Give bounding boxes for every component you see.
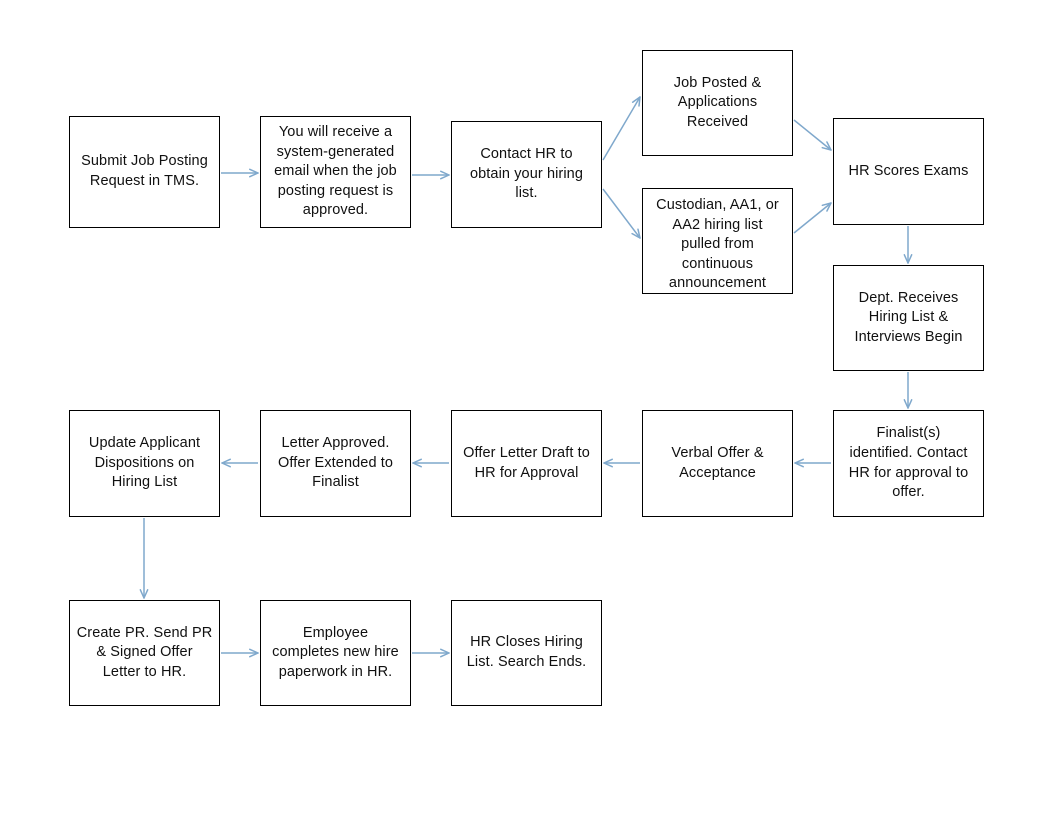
- node-employee-new-hire-paperwork: Employee completes new hire paperwork in…: [260, 600, 411, 706]
- connector-email-to-contact-hr: [412, 170, 450, 180]
- node-hr-closes-hiring-list: HR Closes Hiring List. Search Ends.: [451, 600, 602, 706]
- connector-letter-approved-to-update-dispositions: [221, 458, 258, 468]
- node-label-job-posted-applications: Job Posted & Applications Received: [673, 74, 762, 130]
- node-contact-hr-hiring-list: Contact HR to obtain your hiring list.: [451, 121, 602, 228]
- node-label-system-generated-email: You will receive a system-generated emai…: [274, 124, 397, 219]
- connector-dept-receives-to-finalists: [903, 372, 913, 409]
- node-custodian-hiring-list: Custodian, AA1, or AA2 hiring list pulle…: [642, 188, 793, 294]
- connector-offer-letter-to-letter-approved: [412, 458, 449, 468]
- node-letter-approved: Letter Approved. Offer Extended to Final…: [260, 410, 411, 517]
- connector-contact-hr-to-job-posted: [602, 96, 641, 161]
- connector-job-posted-to-hr-scores: [793, 119, 832, 151]
- node-offer-letter-draft: Offer Letter Draft to HR for Approval: [451, 410, 602, 517]
- node-create-pr-send-offer: Create PR. Send PR & Signed Offer Letter…: [69, 600, 220, 706]
- node-label-submit-job-posting: Submit Job Posting Request in TMS.: [81, 153, 208, 189]
- connector-custodian-to-hr-scores: [793, 202, 832, 234]
- node-hr-scores-exams: HR Scores Exams: [833, 118, 984, 225]
- node-label-create-pr-send-offer: Create PR. Send PR & Signed Offer Letter…: [76, 624, 213, 680]
- node-label-hr-scores-exams: HR Scores Exams: [848, 162, 969, 179]
- node-update-applicant-dispositions: Update Applicant Dispositions on Hiring …: [69, 410, 220, 517]
- connector-hr-scores-to-dept-receives: [903, 226, 913, 264]
- connector-create-pr-to-employee-paperwork: [221, 648, 259, 658]
- node-label-hr-closes-hiring-list: HR Closes Hiring List. Search Ends.: [466, 634, 587, 670]
- node-label-custodian-hiring-list: Custodian, AA1, or AA2 hiring list pulle…: [656, 197, 779, 292]
- node-job-posted-applications: Job Posted & Applications Received: [642, 50, 793, 156]
- connector-submit-to-email: [221, 168, 259, 178]
- node-label-finalists-identified: Finalist(s) identified. Contact HR for a…: [848, 425, 969, 501]
- node-label-contact-hr-hiring-list: Contact HR to obtain your hiring list.: [469, 146, 584, 202]
- connector-finalists-to-verbal-offer: [794, 458, 831, 468]
- flowchart-canvas: Submit Job Posting Request in TMS. You wi…: [0, 0, 1056, 816]
- node-label-employee-new-hire-paperwork: Employee completes new hire paperwork in…: [272, 624, 399, 680]
- node-system-generated-email: You will receive a system-generated emai…: [260, 116, 411, 228]
- node-label-dept-receives-hiring-list: Dept. Receives Hiring List & Interviews …: [854, 289, 963, 345]
- node-verbal-offer-acceptance: Verbal Offer & Acceptance: [642, 410, 793, 517]
- node-label-offer-letter-draft: Offer Letter Draft to HR for Approval: [463, 444, 590, 481]
- node-label-verbal-offer-acceptance: Verbal Offer & Acceptance: [671, 444, 764, 481]
- node-submit-job-posting: Submit Job Posting Request in TMS.: [69, 116, 220, 228]
- node-dept-receives-hiring-list: Dept. Receives Hiring List & Interviews …: [833, 265, 984, 371]
- connector-employee-paperwork-to-hr-closes: [412, 648, 450, 658]
- connector-contact-hr-to-custodian: [602, 188, 641, 239]
- node-finalists-identified: Finalist(s) identified. Contact HR for a…: [833, 410, 984, 517]
- connector-verbal-offer-to-offer-letter: [603, 458, 640, 468]
- node-label-letter-approved: Letter Approved. Offer Extended to Final…: [277, 435, 394, 491]
- connector-update-dispositions-to-create-pr: [139, 518, 149, 599]
- node-label-update-applicant-dispositions: Update Applicant Dispositions on Hiring …: [88, 435, 201, 491]
